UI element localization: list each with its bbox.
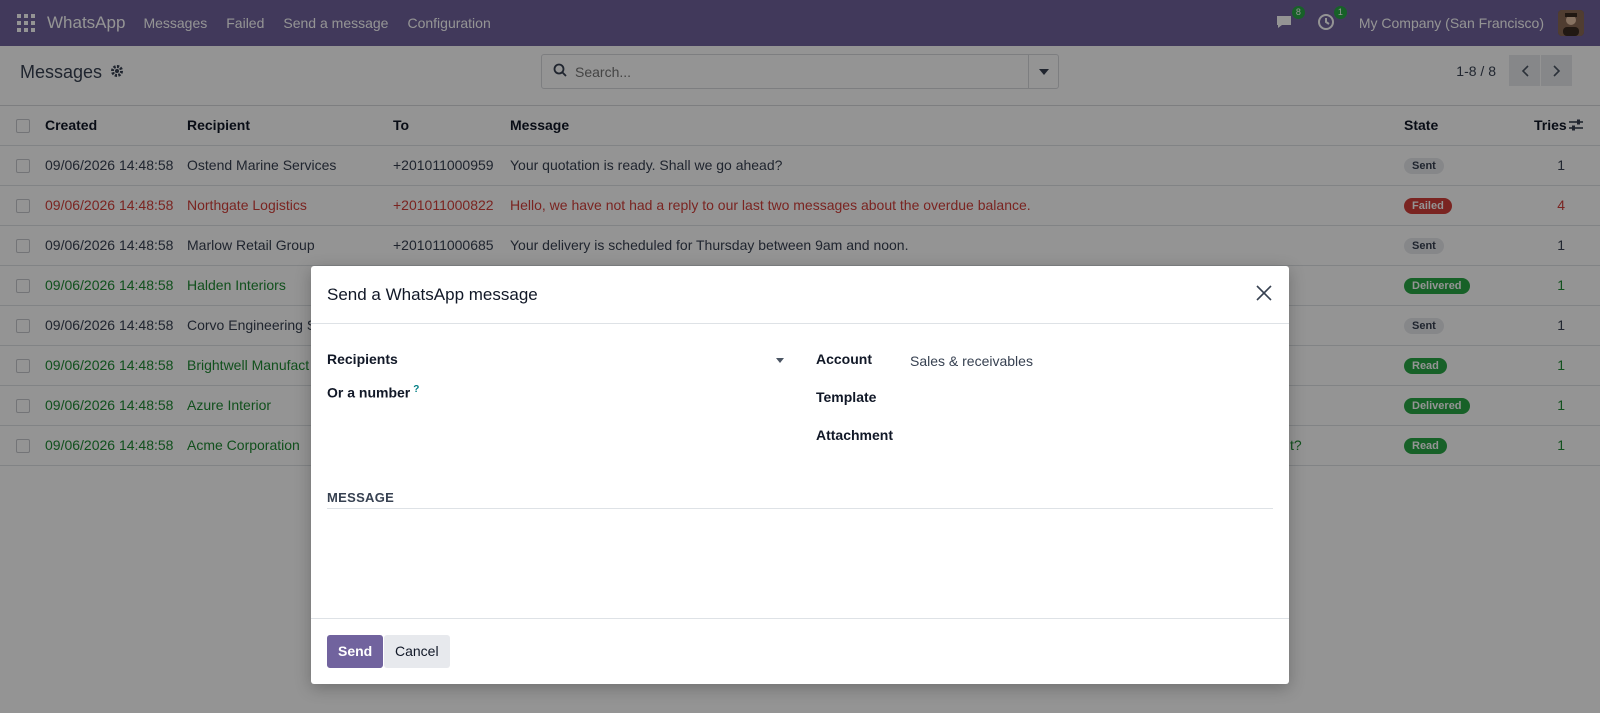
send-button[interactable]: Send — [327, 635, 384, 668]
template-label: Template — [816, 389, 877, 405]
recipients-field[interactable] — [459, 348, 784, 372]
message-section-title: MESSAGE — [327, 490, 395, 505]
template-field[interactable] — [910, 386, 1270, 410]
send-whatsapp-dialog: Send a WhatsApp message Recipients Or a … — [311, 266, 1289, 684]
attachment-field[interactable] — [910, 424, 1270, 448]
attachment-label: Attachment — [816, 427, 894, 443]
number-label: Or a number? — [327, 384, 420, 401]
cancel-button[interactable]: Cancel — [384, 635, 450, 668]
dialog-footer: Send Cancel — [311, 618, 1289, 684]
chevron-down-icon[interactable] — [776, 358, 784, 363]
account-label: Account — [816, 351, 872, 367]
section-divider — [327, 508, 1273, 509]
dialog-body: Recipients Or a number? Account Sales & … — [311, 324, 1289, 619]
close-icon[interactable] — [1255, 284, 1275, 304]
dialog-title: Send a WhatsApp message — [327, 285, 538, 304]
help-icon[interactable]: ? — [413, 384, 419, 395]
message-body-field[interactable] — [327, 512, 1273, 612]
recipients-label: Recipients — [327, 351, 398, 367]
phone-number-field[interactable] — [459, 382, 784, 406]
account-field[interactable]: Sales & receivables — [910, 353, 1033, 369]
dialog-header: Send a WhatsApp message — [311, 266, 1289, 324]
